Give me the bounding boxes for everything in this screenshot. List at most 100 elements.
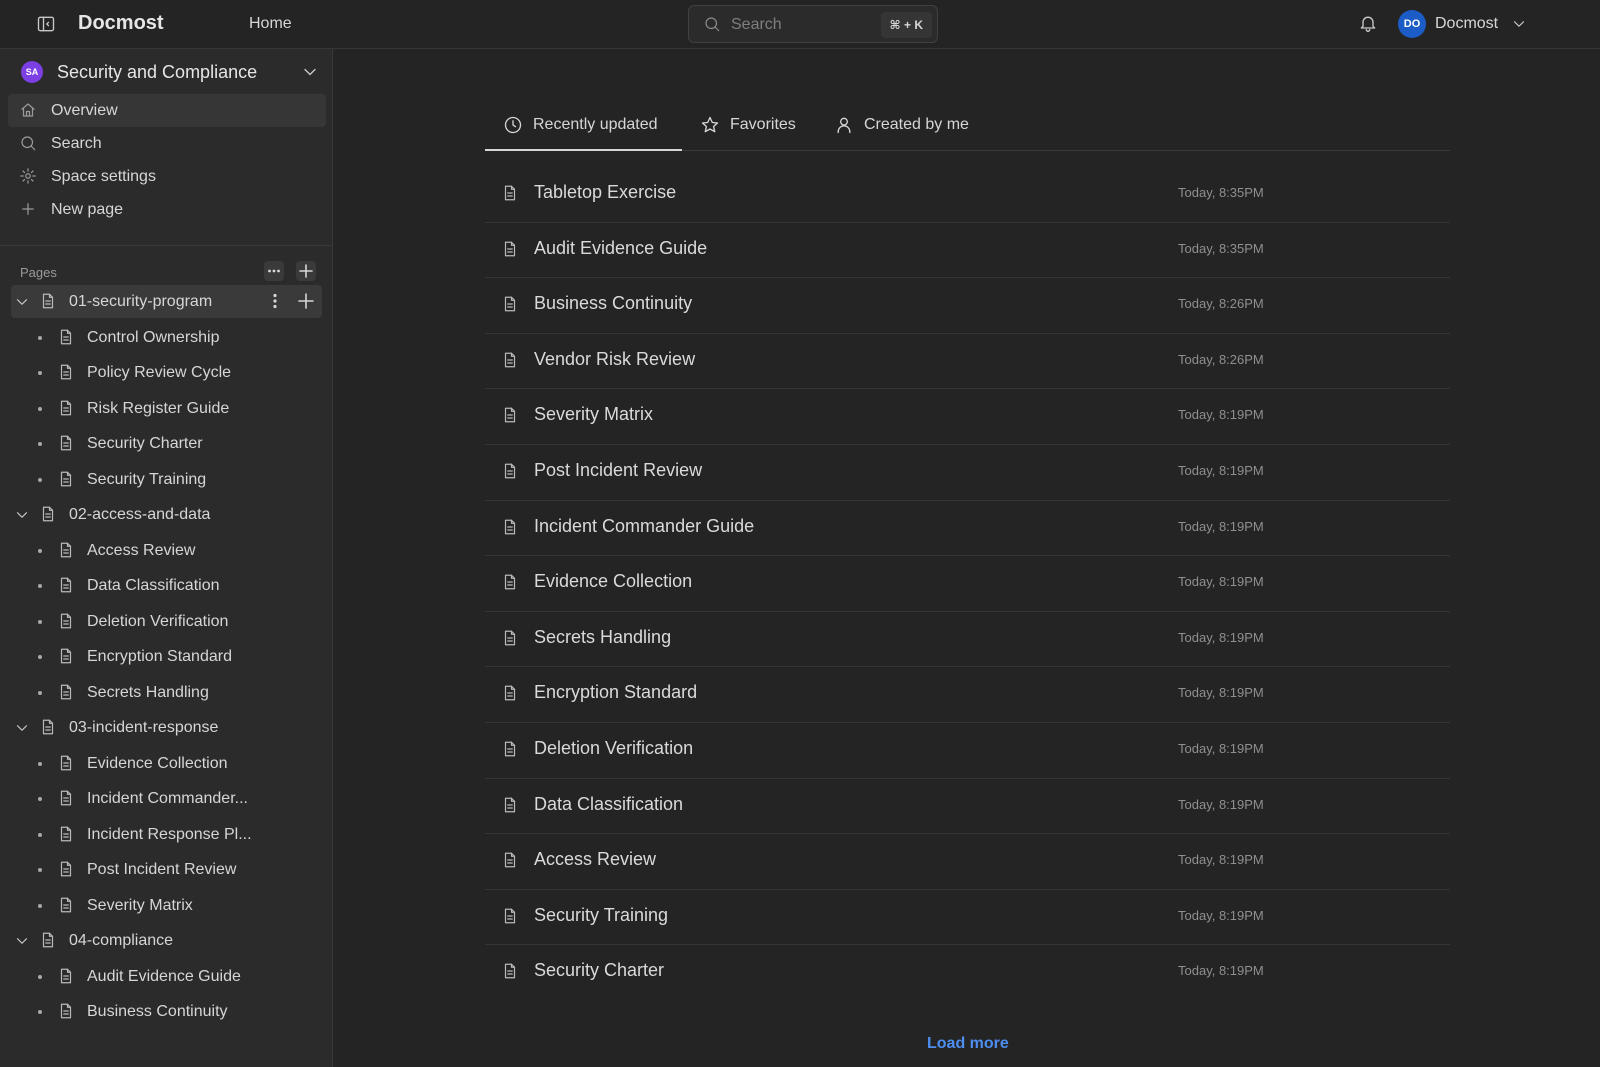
user-avatar[interactable]: DO [1398,10,1426,38]
tree-page[interactable]: Deletion Verification [0,604,332,640]
recent-page-row[interactable]: Business Continuity Today, 8:26PM [485,278,1450,334]
document-icon [42,293,54,309]
tree-item-label: Control Ownership [87,328,220,346]
document-icon [60,542,72,557]
tree-page[interactable]: Post Incident Review [0,852,332,888]
pages-more-button[interactable] [264,261,284,281]
bullet-icon [38,371,42,375]
user-menu-name[interactable]: Docmost [1435,15,1498,33]
search-input[interactable]: Search ⌘ + K [688,5,938,43]
tree-item-label: 02-access-and-data [69,506,211,523]
space-name: Security and Compliance [57,62,258,82]
search-shortcut-badge: ⌘ + K [880,12,932,38]
tree-item-label: Data Classification [87,577,220,594]
recent-page-row[interactable]: Post Incident Review Today, 8:19PM [485,445,1450,501]
recent-page-row[interactable]: Deletion Verification Today, 8:19PM [485,723,1450,779]
recent-page-row[interactable]: Tabletop Exercise Today, 8:35PM [485,167,1450,223]
chevron-down-icon[interactable] [13,719,31,737]
updated-timestamp: Today, 8:19PM [1178,685,1264,701]
tab-favorites[interactable]: Favorites [682,105,816,151]
notifications-button[interactable] [1358,13,1378,33]
user-icon [837,117,851,134]
recent-page-row[interactable]: Vendor Risk Review Today, 8:26PM [485,334,1450,390]
tree-page[interactable]: Data Classification [0,568,332,604]
sidebar-item-new-page[interactable]: New page [8,193,326,226]
recent-page-row[interactable]: Evidence Collection Today, 8:19PM [485,556,1450,612]
document-icon [504,352,516,368]
recent-page-row[interactable]: Encryption Standard Today, 8:19PM [485,667,1450,723]
chevron-down-icon[interactable] [13,506,31,524]
tree-page[interactable]: Severity Matrix [0,888,332,924]
pages-add-button[interactable] [296,261,316,281]
page-title: Security Training [534,904,669,925]
document-icon [42,719,54,735]
tree-page[interactable]: Evidence Collection [0,746,332,782]
tab-recently-updated[interactable]: Recently updated [485,105,682,151]
page-title: Vendor Risk Review [534,348,696,369]
tree-folder[interactable]: 04-compliance [0,923,332,959]
document-icon [504,463,516,479]
tree-folder[interactable]: 01-security-program [0,284,332,320]
sidebar-toggle-button[interactable] [36,14,56,34]
recent-page-row[interactable]: Secrets Handling Today, 8:19PM [485,612,1450,668]
tree-page[interactable]: Audit Evidence Guide [0,959,332,995]
document-icon [60,790,72,806]
tab-created-by-me[interactable]: Created by me [816,105,986,151]
tree-page[interactable]: Secrets Handling [0,675,332,711]
search-icon [21,136,36,151]
bullet-icon [38,477,42,482]
page-title: Deletion Verification [534,737,694,758]
tree-folder[interactable]: 03-incident-response [0,710,332,746]
star-icon [701,116,719,133]
bullet-icon [38,619,42,624]
tree-page[interactable]: Risk Register Guide [0,391,332,427]
bullet-icon [38,868,42,872]
tree-item-label: Deletion Verification [87,612,229,630]
tree-folder[interactable]: 02-access-and-data [0,497,332,533]
sidebar-item-overview[interactable]: Overview [8,94,326,127]
page-title: Access Review [534,849,657,870]
user-menu-toggle[interactable] [1510,15,1528,33]
recent-page-row[interactable]: Severity Matrix Today, 8:19PM [485,389,1450,445]
recent-page-row[interactable]: Security Training Today, 8:19PM [485,890,1450,946]
recent-page-row[interactable]: Audit Evidence Guide Today, 8:35PM [485,223,1450,279]
tree-page[interactable]: Control Ownership [0,320,332,356]
load-more-button[interactable]: Load more [927,1035,1009,1053]
app-logo[interactable]: Docmost [78,12,164,35]
home-link[interactable]: Home [249,15,292,33]
chevron-down-icon[interactable] [13,932,31,950]
sidebar-item-space-settings[interactable]: Space settings [8,160,326,193]
document-icon [60,861,72,877]
document-icon [60,648,72,664]
tree-item-label: Evidence Collection [87,754,228,772]
bullet-icon [38,1010,42,1014]
recent-page-row[interactable]: Security Charter Today, 8:19PM [485,945,1450,1001]
tree-page[interactable]: Incident Response Pl... [0,817,332,853]
page-title: Severity Matrix [534,404,654,425]
recent-page-row[interactable]: Data Classification Today, 8:19PM [485,779,1450,835]
bullet-icon [38,655,42,659]
document-icon [504,630,516,646]
document-icon [504,519,516,534]
space-switcher[interactable]: SA Security and Compliance [0,49,332,95]
document-icon [504,908,516,924]
dots-vertical-icon[interactable] [265,291,285,311]
tree-page[interactable]: Business Continuity [0,994,332,1030]
bullet-icon [38,406,42,411]
chevron-down-icon [1513,21,1525,27]
page-title: Secrets Handling [534,626,672,647]
plus-icon[interactable] [296,291,316,311]
tree-page[interactable]: Policy Review Cycle [0,355,332,391]
recent-page-row[interactable]: Incident Commander Guide Today, 8:19PM [485,501,1450,557]
bullet-icon [38,761,42,766]
gear-icon [20,168,36,184]
chevron-down-icon[interactable] [13,293,31,311]
tree-page[interactable]: Security Training [0,462,332,498]
recent-page-row[interactable]: Access Review Today, 8:19PM [485,834,1450,890]
tree-page[interactable]: Incident Commander... [0,781,332,817]
tree-page[interactable]: Encryption Standard [0,639,332,675]
tree-page[interactable]: Security Charter [0,426,332,462]
tree-page[interactable]: Access Review [0,533,332,569]
sidebar-item-search[interactable]: Search [8,127,326,160]
updated-timestamp: Today, 8:19PM [1178,407,1264,423]
